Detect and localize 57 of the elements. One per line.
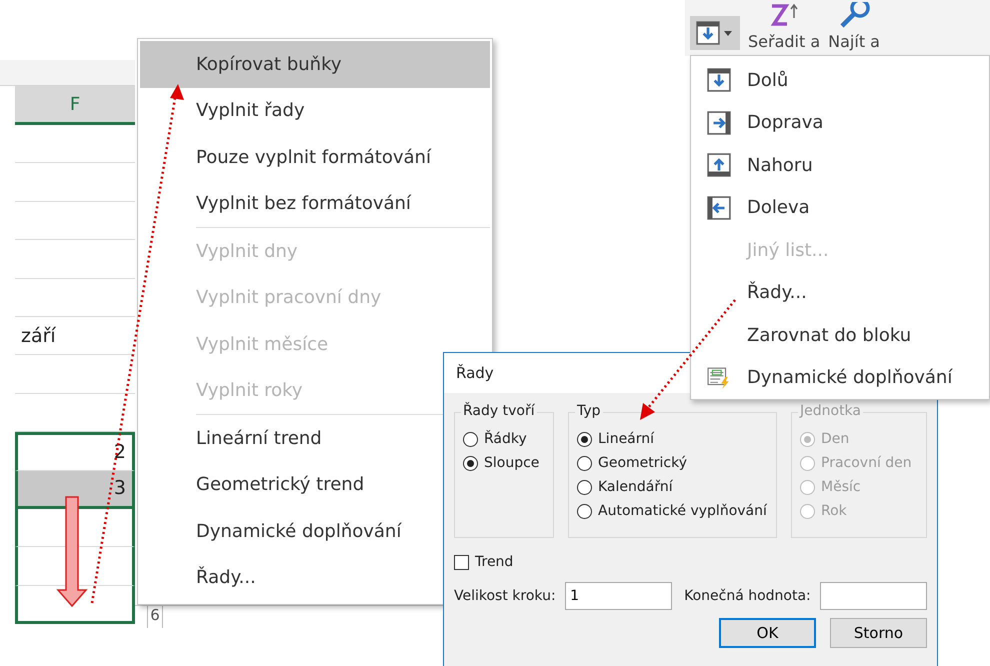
step-field[interactable]: 1 <box>565 582 672 610</box>
radio-option[interactable]: Řádky <box>463 431 545 447</box>
menu-item-label: Dolů <box>747 70 788 91</box>
column-header[interactable]: F <box>15 86 135 125</box>
menu-item-label: Řady... <box>747 282 807 304</box>
checkbox-label: Trend <box>475 554 514 570</box>
radio-option[interactable]: Geometrický <box>577 455 768 471</box>
menu-item-label: Zarovnat do bloku <box>747 324 912 346</box>
radio-option[interactable]: Sloupce <box>463 455 545 471</box>
checkbox[interactable] <box>454 554 469 570</box>
option-label: Rok <box>821 503 847 519</box>
field-label: Konečná hodnota: <box>684 588 812 604</box>
option-label: Den <box>821 431 850 447</box>
menu-item[interactable]: Dolů <box>691 59 989 102</box>
menu-item-label: Doleva <box>747 197 810 218</box>
group-title: Jednotka <box>798 403 863 419</box>
fill-split-button[interactable] <box>690 16 740 50</box>
trend-option[interactable]: Trend <box>454 554 514 570</box>
menu-item-label: Doprava <box>747 112 824 134</box>
radio-button[interactable] <box>577 432 592 446</box>
row-number: 6 <box>147 606 163 628</box>
option-label: Řádky <box>484 431 527 447</box>
option-label: Lineární <box>598 431 654 447</box>
radio-button[interactable] <box>463 456 478 470</box>
option-label: Pracovní den <box>821 455 912 471</box>
menu-item-label: Nahoru <box>747 154 813 176</box>
menu-item[interactable]: Kopírovat buňky <box>140 41 490 88</box>
table-cell: 3 <box>15 470 135 509</box>
field-label: Velikost kroku: <box>454 588 557 604</box>
menu-item[interactable]: Vyplnit řady <box>140 88 490 134</box>
caret-icon <box>724 30 732 36</box>
find-button[interactable]: Najít a <box>828 2 880 51</box>
radio-option[interactable]: Kalendářní <box>577 479 768 495</box>
radio-button[interactable] <box>577 480 592 494</box>
radio-button[interactable] <box>463 432 478 446</box>
option-label: Kalendářní <box>598 479 673 495</box>
option-label: Měsíc <box>821 479 861 495</box>
menu-item[interactable]: Vyplnit bez formátování <box>140 180 490 227</box>
stop-value-field[interactable] <box>820 582 927 610</box>
menu-item[interactable]: Doprava <box>691 102 989 144</box>
option-label: Geometrický <box>598 455 688 471</box>
dialog-button[interactable]: OK <box>719 618 816 648</box>
flash-fill-icon <box>707 366 731 390</box>
option-label: Sloupce <box>484 455 540 471</box>
menu-item[interactable]: Doleva <box>691 186 989 229</box>
group-title: Typ <box>575 403 603 419</box>
sort-button[interactable]: Seřadit a <box>748 2 820 51</box>
menu-item[interactable]: Řady... <box>691 272 989 314</box>
menu-item[interactable]: Nahoru <box>691 144 989 186</box>
radio-button[interactable] <box>577 504 592 518</box>
menu-item[interactable]: Pouze vyplnit formátování <box>140 134 490 180</box>
dialog-button[interactable]: Storno <box>830 618 927 648</box>
radio-button[interactable] <box>577 456 592 470</box>
table-cell: září <box>15 316 135 356</box>
group-title: Řady tvoří <box>461 403 537 419</box>
menu-item-label: Jiný list... <box>747 240 829 261</box>
radio-option[interactable]: Lineární <box>577 431 768 447</box>
